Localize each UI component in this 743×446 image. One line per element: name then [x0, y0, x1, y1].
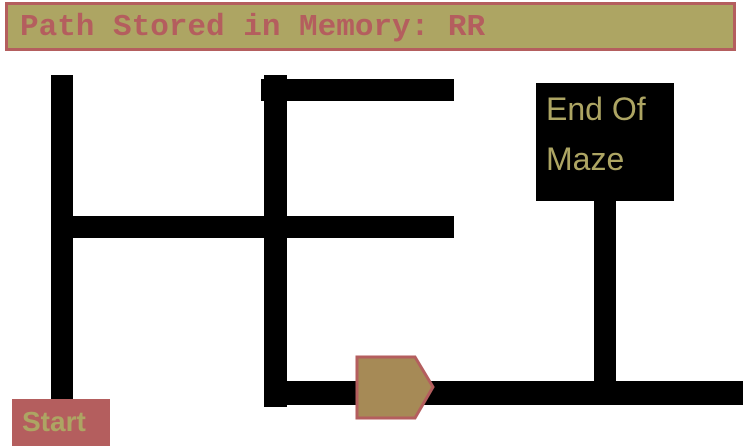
end-of-maze-box: End Of Maze	[536, 83, 674, 201]
end-label-line2: Maze	[546, 141, 625, 177]
maze-wall	[594, 195, 616, 391]
end-label-line1: End Of	[546, 91, 646, 127]
maze-wall	[264, 75, 287, 407]
memory-path-text: Path Stored in Memory: RR	[20, 10, 486, 45]
maze-wall	[264, 381, 743, 405]
start-label: Start	[22, 406, 86, 437]
maze-wall	[51, 75, 73, 402]
start-box: Start	[12, 399, 110, 446]
memory-banner: Path Stored in Memory: RR	[5, 2, 736, 51]
maze-wall	[51, 216, 454, 238]
robot-arrow-icon	[355, 355, 435, 420]
maze-wall	[261, 79, 454, 101]
